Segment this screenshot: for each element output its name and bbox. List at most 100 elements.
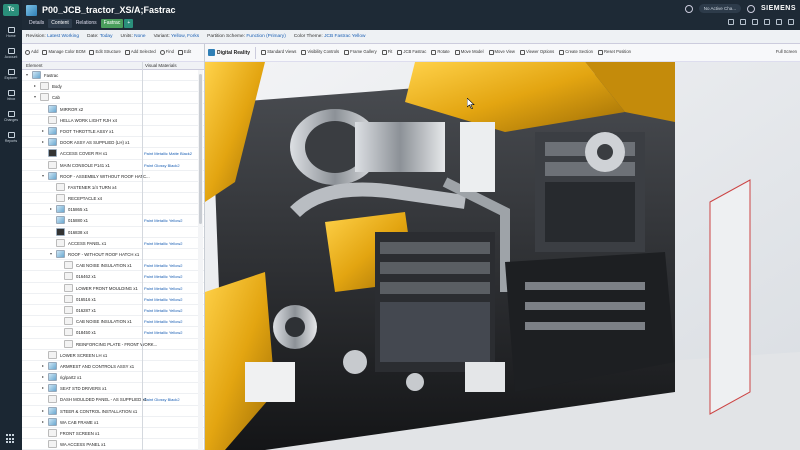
tab-details[interactable]: Details bbox=[26, 19, 47, 28]
tree-row[interactable]: LOWER FRONT MOULDING x1 Paint Metallic Ye… bbox=[22, 283, 204, 294]
tab-content[interactable]: Content bbox=[48, 19, 72, 28]
tree-row[interactable]: ▾ Fastrac bbox=[22, 70, 204, 82]
3d-viewport[interactable] bbox=[205, 62, 800, 450]
material-column-header[interactable]: Visual Materials bbox=[145, 63, 177, 68]
fit-tool[interactable]: Fit bbox=[381, 50, 392, 55]
variant-select[interactable]: Yellow, Forks bbox=[171, 34, 199, 39]
app-logo[interactable]: Tc bbox=[3, 4, 19, 16]
units-select[interactable]: None bbox=[134, 34, 145, 39]
tree-row[interactable]: ▸ STEER & CONTROL INSTALLATION x1 bbox=[22, 406, 204, 417]
create-section-tool[interactable]: Create Section bbox=[559, 50, 593, 55]
tree-row[interactable]: ▸ Body bbox=[22, 81, 204, 93]
tree-row[interactable]: CAB NOISE INSULATION x1 Paint Metallic Ye… bbox=[22, 316, 204, 328]
tree-row[interactable]: ACCESS COVER RH x1 Paint Metallic Matte B… bbox=[22, 148, 204, 160]
change-status-chip[interactable]: No Active Cha... bbox=[698, 4, 741, 13]
rail-item-reports[interactable]: Reports bbox=[0, 127, 22, 148]
move-model-tool[interactable]: Move Model bbox=[454, 50, 484, 55]
visual-material-link[interactable]: Paint Metallic Yellow2 bbox=[144, 319, 182, 324]
visual-material-link[interactable]: Paint Glossy Black2 bbox=[144, 163, 180, 168]
full-screen-button[interactable]: Full Screen bbox=[776, 50, 797, 55]
reset-position-tool[interactable]: Reset Position bbox=[597, 50, 631, 55]
viewer-options-tool[interactable]: Viewer Options bbox=[519, 50, 554, 55]
open-icon[interactable] bbox=[752, 19, 758, 25]
tree-row[interactable]: FASTENER 1/4 TURN x4 bbox=[22, 182, 204, 194]
expand-icon[interactable]: ▸ bbox=[42, 140, 46, 144]
tree-row[interactable]: 016462 x1 Paint Metallic Yellow2 bbox=[22, 271, 204, 283]
rail-item-inbox[interactable]: Inbox bbox=[0, 85, 22, 106]
rail-item-home[interactable]: Home bbox=[0, 22, 22, 43]
visual-material-link[interactable]: Paint Metallic Yellow2 bbox=[144, 297, 182, 302]
render-mode-select[interactable]: Digital Reality bbox=[208, 49, 250, 56]
visibility-controls-tool[interactable]: Visibility Controls bbox=[301, 50, 339, 55]
tree-row[interactable]: LOWER SCREEN LH x1 bbox=[22, 350, 204, 361]
visual-material-link[interactable]: Paint Glossy Black2 bbox=[144, 397, 180, 402]
tree-scrollbar[interactable] bbox=[198, 70, 203, 450]
edit-icon[interactable] bbox=[764, 19, 770, 25]
visual-material-link[interactable]: Paint Metallic Yellow2 bbox=[144, 263, 182, 268]
add-tab-button[interactable]: + bbox=[124, 19, 134, 28]
tree-row[interactable]: 018450 x1 Paint Metallic Yellow2 bbox=[22, 327, 204, 339]
tree-row[interactable]: REINFORCING PLATE - FRONT WORK... bbox=[22, 339, 204, 350]
element-column-header[interactable]: Element bbox=[26, 63, 43, 68]
column-divider[interactable] bbox=[142, 62, 143, 450]
visual-material-link[interactable]: Paint Metallic Yellow2 bbox=[144, 241, 182, 246]
notifications-icon[interactable] bbox=[776, 19, 782, 25]
rail-item-changes[interactable]: Changes bbox=[0, 106, 22, 127]
tree-row[interactable]: 016287 x1 Paint Metallic Yellow2 bbox=[22, 305, 204, 317]
share-icon[interactable] bbox=[728, 19, 734, 25]
tree-row[interactable]: ▸ WA CAB FRAME x1 bbox=[22, 417, 204, 428]
visual-material-link[interactable]: Paint Metallic Matte Black2 bbox=[144, 151, 192, 156]
expand-icon[interactable]: ▸ bbox=[34, 84, 38, 88]
edit-structure-button[interactable]: Edit Structure bbox=[89, 50, 121, 55]
tree-row[interactable]: 015880 x1 Paint Metallic Yellow2 bbox=[22, 215, 204, 227]
tree-row[interactable]: FRONT SCREEN x1 bbox=[22, 428, 204, 440]
tree-row[interactable]: ▸ 015865 x1 bbox=[22, 204, 204, 216]
tree-row[interactable]: ▾ ROOF - ASSEMBLY WITHOUT ROOF HATC... bbox=[22, 171, 204, 182]
visual-material-link[interactable]: Paint Metallic Yellow2 bbox=[144, 286, 182, 291]
expand-icon[interactable]: ▸ bbox=[42, 363, 46, 368]
collapse-icon[interactable]: ▾ bbox=[26, 73, 30, 77]
expand-icon[interactable]: ▸ bbox=[42, 375, 46, 379]
tree-row[interactable]: 016838 x4 bbox=[22, 227, 204, 238]
tree-row[interactable]: ▸ ARMREST AND CONTROLS ASSY x1 bbox=[22, 361, 204, 373]
visual-material-link[interactable]: Paint Metallic Yellow2 bbox=[144, 274, 182, 279]
tree-row[interactable]: HELLA WORK LIGHT RJH x4 bbox=[22, 115, 204, 126]
rail-item-account[interactable]: Account bbox=[0, 43, 22, 64]
tree-row[interactable]: ACCESS PANEL x1 Paint Metallic Yellow2 bbox=[22, 238, 204, 249]
tree-row[interactable]: ▸ SEAT STD DRIVERS x1 bbox=[22, 383, 204, 395]
frame-gallery-tool[interactable]: Frame Gallery bbox=[344, 50, 377, 55]
tree-row[interactable]: MIRROR x2 bbox=[22, 104, 204, 115]
visual-material-link[interactable]: Paint Metallic Yellow2 bbox=[144, 330, 182, 335]
find-button[interactable]: Find bbox=[159, 50, 174, 55]
tree-row[interactable]: ▸ rig/part2 x1 bbox=[22, 372, 204, 384]
copy-icon[interactable] bbox=[740, 19, 746, 25]
tree-row[interactable]: ▸ DOOR ASSY AS SUPPLIED (LH) x1 bbox=[22, 137, 204, 149]
partition-select[interactable]: Function (Primary) bbox=[246, 34, 285, 39]
tree-row[interactable]: WA ACCESS PANEL x1 bbox=[22, 439, 204, 450]
collapse-icon[interactable]: ▾ bbox=[50, 252, 54, 256]
tree-row[interactable]: CAB NOISE INSULATION x1 Paint Metallic Ye… bbox=[22, 260, 204, 272]
tree-row[interactable]: RECEPTACLE x4 bbox=[22, 193, 204, 205]
expand-icon[interactable]: ▸ bbox=[42, 419, 46, 424]
tree-row[interactable]: DASH MOULDED PANEL - AS SUPPLIED x1 Paint… bbox=[22, 394, 204, 406]
collapse-icon[interactable]: ▾ bbox=[34, 95, 38, 99]
expand-icon[interactable]: ▸ bbox=[42, 408, 46, 413]
search-icon[interactable] bbox=[684, 4, 693, 13]
tree-row[interactable]: ▸ FOOT THROTTLE ASSY x1 bbox=[22, 126, 204, 138]
tab-fastrac[interactable]: Fastrac bbox=[100, 19, 124, 28]
move-view-tool[interactable]: Move View bbox=[488, 50, 515, 55]
help-icon[interactable] bbox=[746, 4, 755, 13]
color-theme-select[interactable]: JCB Fastrac Yellow bbox=[324, 34, 365, 39]
tree-row[interactable]: ▾ Cab bbox=[22, 92, 204, 104]
expand-icon[interactable]: ▸ bbox=[42, 128, 46, 133]
app-launcher-icon[interactable] bbox=[6, 434, 16, 444]
jcb-fastrac-tool[interactable]: JCB Fastrac bbox=[397, 50, 426, 55]
edit-button[interactable]: Edit bbox=[177, 50, 191, 55]
add-selected-button[interactable]: Add Selected bbox=[124, 50, 156, 55]
rotate-tool[interactable]: Rotate bbox=[431, 50, 450, 55]
standard-views-tool[interactable]: Standard Views bbox=[261, 50, 296, 55]
date-select[interactable]: Today bbox=[100, 34, 113, 39]
visual-material-link[interactable]: Paint Metallic Yellow2 bbox=[144, 218, 182, 223]
expand-icon[interactable]: ▸ bbox=[42, 386, 46, 390]
tab-relations[interactable]: Relations bbox=[73, 19, 100, 28]
